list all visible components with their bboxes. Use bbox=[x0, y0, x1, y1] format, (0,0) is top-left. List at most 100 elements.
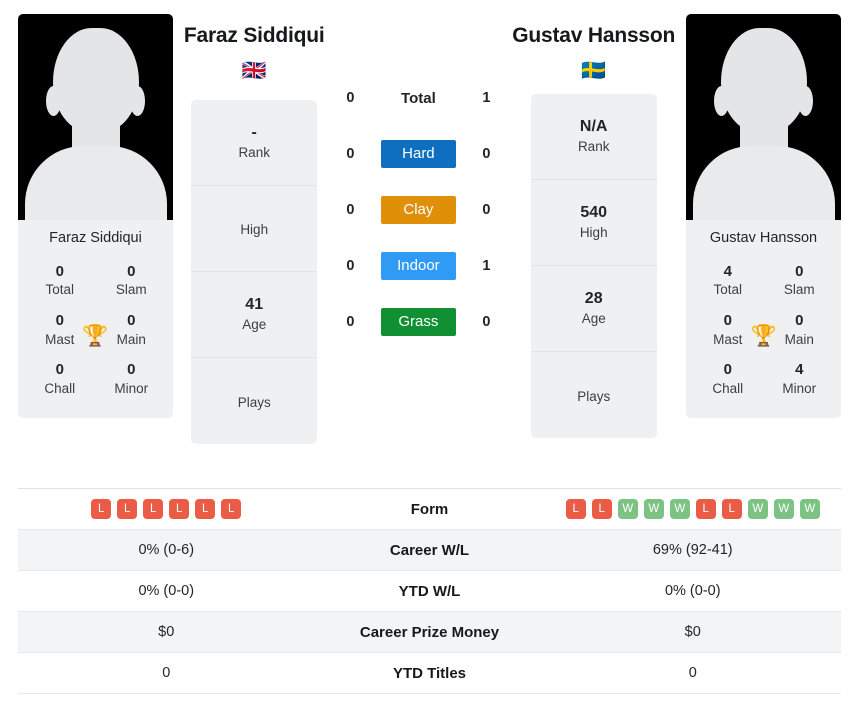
left-value: $0 bbox=[158, 624, 175, 640]
value: 0 bbox=[723, 361, 732, 379]
left-title-total: 0 Total bbox=[24, 257, 96, 306]
left-value: 0 bbox=[346, 258, 355, 274]
left-player-info: Faraz Siddiqui 🇬🇧 - Rank High 41 Age Pla bbox=[173, 14, 329, 444]
right-value: 69% (92-41) bbox=[652, 542, 733, 558]
value: 0 bbox=[795, 262, 804, 280]
stats-table: LLLLLL Form LLWWWLLWWW 0% (0-6) Career W… bbox=[18, 488, 841, 694]
surface-label-wrap: Clay bbox=[371, 196, 465, 224]
left-value: 0 bbox=[346, 202, 355, 218]
left-form-badges: LLLLLL bbox=[18, 499, 315, 519]
form-badge-win: W bbox=[669, 499, 690, 519]
stat-label: Form bbox=[410, 500, 449, 518]
right-age-cell: 28 Age bbox=[530, 266, 657, 352]
left-player-card: Faraz Siddiqui 🏆 0 Total 0 Slam 0 Mast 0 bbox=[18, 14, 173, 419]
right-value: 0 bbox=[688, 665, 697, 681]
right-value: 0 bbox=[482, 146, 491, 162]
form-badge-win: W bbox=[747, 499, 768, 519]
player-comparison-page: Faraz Siddiqui 🏆 0 Total 0 Slam 0 Mast 0 bbox=[0, 0, 859, 705]
form-badge-loss: L bbox=[721, 499, 742, 519]
avatar-body-icon bbox=[24, 146, 167, 220]
right-player-info: Gustav Hansson 🇸🇪 N/A Rank 540 High 28 A… bbox=[507, 14, 686, 438]
left-title-minor: 0 Minor bbox=[96, 355, 168, 404]
label: Minor bbox=[114, 380, 149, 396]
value: 4 bbox=[795, 361, 804, 379]
surface-label-wrap: Hard bbox=[371, 140, 465, 168]
value: 0 bbox=[55, 361, 64, 379]
label: Age bbox=[242, 316, 267, 332]
surface-badge-indoor: Indoor bbox=[380, 252, 456, 280]
left-title-slam: 0 Slam bbox=[96, 257, 168, 306]
left-value: 0 bbox=[346, 314, 355, 330]
right-title-chall: 0 Chall bbox=[692, 355, 764, 404]
label: Slam bbox=[115, 282, 147, 298]
label: Rank bbox=[577, 138, 610, 154]
label: High bbox=[579, 224, 608, 240]
avatar-ear-left-icon bbox=[46, 86, 61, 116]
avatar-head-icon bbox=[720, 28, 807, 132]
table-row: 0% (0-6) Career W/L 69% (92-41) bbox=[18, 530, 841, 571]
right-rank-cell: N/A Rank bbox=[530, 94, 657, 180]
value: - bbox=[251, 123, 257, 141]
avatar-ear-left-icon bbox=[714, 86, 730, 116]
h2h-row-total: 0 Total 1 bbox=[329, 70, 507, 126]
left-value: 0% (0-6) bbox=[138, 542, 195, 558]
label: High bbox=[240, 222, 269, 238]
form-badge-win: W bbox=[617, 499, 638, 519]
table-row: LLLLLL Form LLWWWLLWWW bbox=[18, 489, 841, 530]
form-badge-loss: L bbox=[695, 499, 716, 519]
surface-label-wrap: Total bbox=[371, 90, 465, 107]
h2h-row-grass: 0 Grass 0 bbox=[329, 294, 507, 350]
value: 4 bbox=[723, 262, 732, 280]
right-value: $0 bbox=[684, 624, 701, 640]
avatar-ear-right-icon bbox=[130, 86, 145, 116]
surface-badge-grass: Grass bbox=[380, 308, 456, 336]
left-high-cell: High bbox=[191, 186, 318, 272]
avatar-body-icon bbox=[692, 146, 835, 220]
right-rank-card: N/A Rank 540 High 28 Age Plays bbox=[530, 93, 657, 438]
left-value: 0 bbox=[346, 90, 355, 106]
label: Plays bbox=[237, 394, 271, 410]
label: Age bbox=[581, 310, 606, 326]
right-player-photo bbox=[686, 14, 842, 220]
table-row: 0% (0-0) YTD W/L 0% (0-0) bbox=[18, 571, 841, 612]
right-value: 0 bbox=[482, 314, 491, 330]
avatar-head-icon bbox=[52, 28, 139, 132]
form-badge-loss: L bbox=[565, 499, 586, 519]
label: Chall bbox=[712, 380, 744, 396]
label: Slam bbox=[783, 282, 815, 298]
form-badge-win: W bbox=[773, 499, 794, 519]
form-badge-loss: L bbox=[195, 499, 216, 519]
right-plays-cell: Plays bbox=[531, 352, 657, 438]
h2h-row-clay: 0 Clay 0 bbox=[329, 182, 507, 238]
form-badge-loss: L bbox=[117, 499, 138, 519]
h2h-row-indoor: 0 Indoor 1 bbox=[329, 238, 507, 294]
right-form-cell: LLWWWLLWWW bbox=[545, 499, 842, 519]
right-title-minor: 4 Minor bbox=[764, 355, 836, 404]
value: 28 bbox=[584, 289, 603, 307]
value: 0 bbox=[55, 262, 64, 280]
right-value: 0 bbox=[482, 202, 491, 218]
left-rank-cell: - Rank bbox=[191, 100, 318, 186]
left-player-name: Faraz Siddiqui bbox=[183, 24, 325, 47]
right-value: 1 bbox=[482, 258, 491, 274]
comparison-header: Faraz Siddiqui 🏆 0 Total 0 Slam 0 Mast 0 bbox=[0, 0, 859, 488]
right-title-total: 4 Total bbox=[692, 257, 764, 306]
left-title-chall: 0 Chall bbox=[24, 355, 96, 404]
left-value: 0 bbox=[162, 665, 171, 681]
right-photo-caption: Gustav Hansson bbox=[709, 230, 818, 246]
form-badge-loss: L bbox=[169, 499, 190, 519]
surface-badge-clay: Clay bbox=[380, 196, 456, 224]
right-country-flag-icon: 🇸🇪 bbox=[581, 57, 607, 82]
value: 0 bbox=[127, 361, 136, 379]
stat-label: YTD Titles bbox=[392, 664, 467, 682]
trophy-icon: 🏆 bbox=[750, 324, 777, 348]
surface-label-wrap: Indoor bbox=[371, 252, 465, 280]
table-row: $0 Career Prize Money $0 bbox=[18, 612, 841, 653]
right-titles-grid: 🏆 4 Total 0 Slam 0 Mast 0 Main 0 Chall 4… bbox=[686, 255, 841, 419]
trophy-icon: 🏆 bbox=[82, 324, 109, 348]
left-titles-grid: 🏆 0 Total 0 Slam 0 Mast 0 Main 0 Chall 0… bbox=[18, 255, 173, 419]
label: Minor bbox=[782, 380, 817, 396]
label: Total bbox=[45, 282, 75, 298]
left-plays-cell: Plays bbox=[191, 358, 317, 444]
value: 540 bbox=[580, 203, 608, 221]
